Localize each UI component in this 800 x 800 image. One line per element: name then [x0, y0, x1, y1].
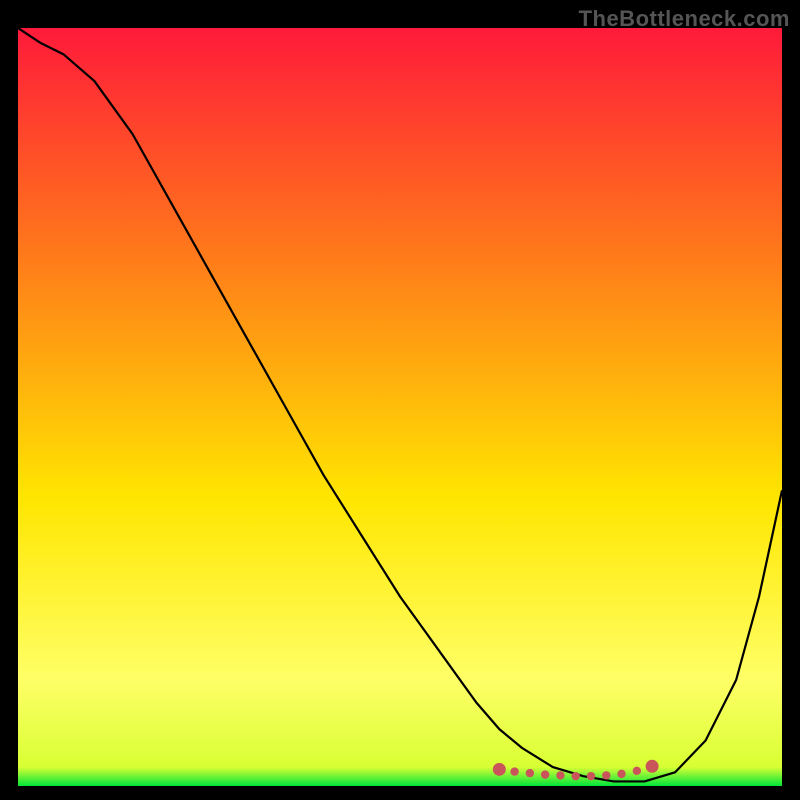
optimum-marker — [556, 771, 564, 779]
optimum-marker — [493, 763, 506, 776]
optimum-marker — [541, 770, 549, 778]
plot-area — [18, 28, 782, 786]
optimum-marker — [602, 771, 610, 779]
optimum-marker — [646, 760, 659, 773]
watermark-text: TheBottleneck.com — [579, 6, 790, 32]
chart-svg — [18, 28, 782, 786]
chart-container: TheBottleneck.com — [0, 0, 800, 800]
optimum-marker — [526, 769, 534, 777]
gradient-background — [18, 28, 782, 786]
optimum-marker — [587, 772, 595, 780]
optimum-marker — [633, 767, 641, 775]
optimum-marker — [572, 772, 580, 780]
optimum-marker — [617, 770, 625, 778]
optimum-marker — [510, 767, 518, 775]
